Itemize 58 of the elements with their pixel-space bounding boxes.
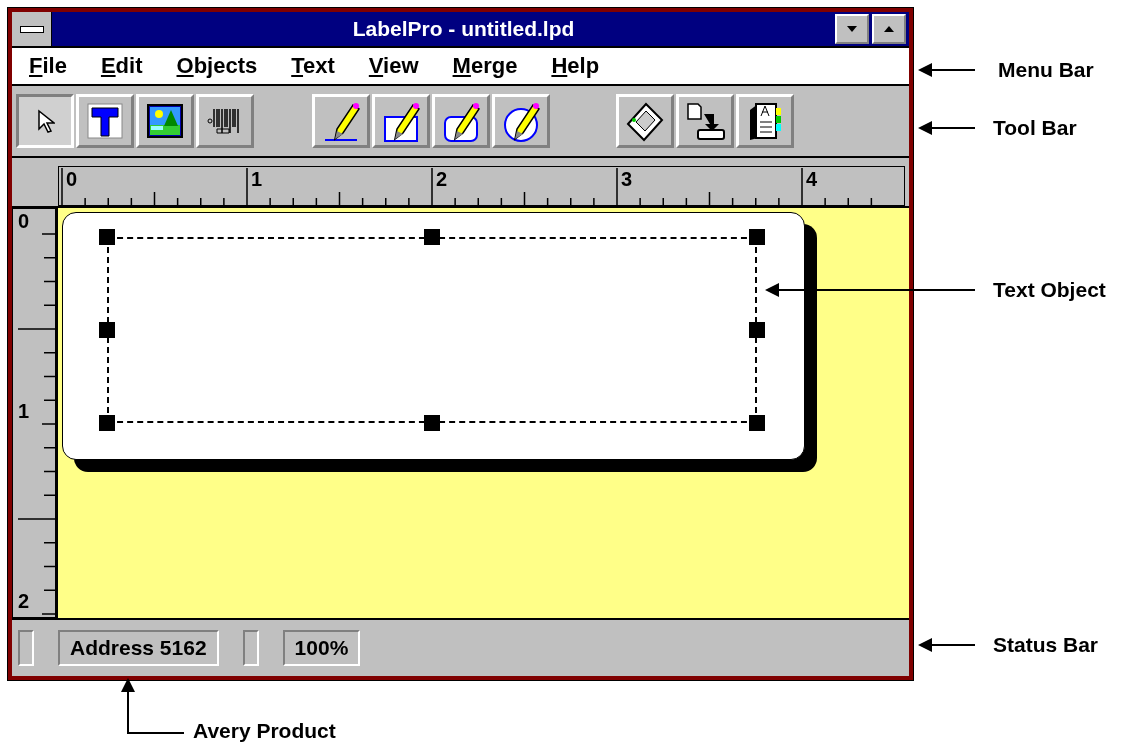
- ruler-number: 2: [436, 168, 448, 190]
- resize-handle[interactable]: [424, 415, 440, 431]
- ellipse-tool-button[interactable]: [492, 94, 550, 148]
- ruler-number: 0: [66, 168, 78, 190]
- status-field: 100%: [282, 630, 361, 666]
- down-triangle-icon: [846, 25, 858, 33]
- callout-label: Tool Bar: [993, 116, 1077, 140]
- ruler-number: 1: [251, 168, 263, 190]
- resize-handle[interactable]: [749, 229, 765, 245]
- letter-t-icon: [86, 102, 124, 140]
- status-field: Address 5162: [58, 630, 219, 666]
- resize-handle[interactable]: [424, 229, 440, 245]
- callout-label: Menu Bar: [998, 58, 1094, 82]
- text-tool-button[interactable]: [76, 94, 134, 148]
- menu-item[interactable]: Help: [551, 53, 600, 79]
- callout-label: Avery Product: [193, 719, 336, 743]
- maximize-button[interactable]: [872, 14, 906, 44]
- pointer-tool-button[interactable]: [16, 94, 74, 148]
- ruler-number: 1: [18, 400, 30, 422]
- resize-handle[interactable]: [749, 322, 765, 338]
- ruler-number: 2: [18, 590, 30, 612]
- barcode-tool-button[interactable]: [196, 94, 254, 148]
- printer-icon: [624, 100, 666, 142]
- ruler-number: 3: [621, 168, 633, 190]
- status-panel: [18, 630, 34, 666]
- picture-tool-button[interactable]: [136, 94, 194, 148]
- resize-handle[interactable]: [99, 322, 115, 338]
- document-arrow-icon: [684, 100, 726, 142]
- address-book-button[interactable]: [736, 94, 794, 148]
- ruler-number: 0: [18, 210, 30, 232]
- menu-item[interactable]: Edit: [100, 53, 143, 79]
- line-tool-button[interactable]: [312, 94, 370, 148]
- callout-arrow: [918, 637, 975, 653]
- resize-handle[interactable]: [99, 229, 115, 245]
- callout-arrow: [918, 62, 975, 78]
- ruler-number: 4: [806, 168, 818, 190]
- minimize-button[interactable]: [835, 14, 869, 44]
- resize-handle[interactable]: [99, 415, 115, 431]
- menu-item[interactable]: Text: [291, 53, 335, 79]
- picture-icon: [145, 102, 185, 140]
- pointer-icon: [35, 107, 55, 135]
- resize-handle[interactable]: [749, 415, 765, 431]
- rectangle-tool-button[interactable]: [372, 94, 430, 148]
- up-triangle-icon: [883, 25, 895, 33]
- window-title: LabelPro - untitled.lpd: [351, 17, 576, 41]
- rounded-rectangle-tool-button[interactable]: [432, 94, 490, 148]
- callout-arrow: [120, 678, 184, 736]
- menu-item[interactable]: File: [29, 53, 67, 79]
- callout-label: Status Bar: [993, 633, 1099, 657]
- merge-button[interactable]: [676, 94, 734, 148]
- system-menu-button[interactable]: [12, 12, 52, 46]
- menu-item[interactable]: View: [368, 53, 419, 79]
- callout-label: Text Object: [993, 278, 1106, 302]
- print-button[interactable]: [616, 94, 674, 148]
- status-panel: [242, 630, 259, 666]
- menu-item[interactable]: Merge: [452, 53, 518, 79]
- callout-arrow: [918, 120, 975, 136]
- menu-item[interactable]: Objects: [176, 53, 258, 79]
